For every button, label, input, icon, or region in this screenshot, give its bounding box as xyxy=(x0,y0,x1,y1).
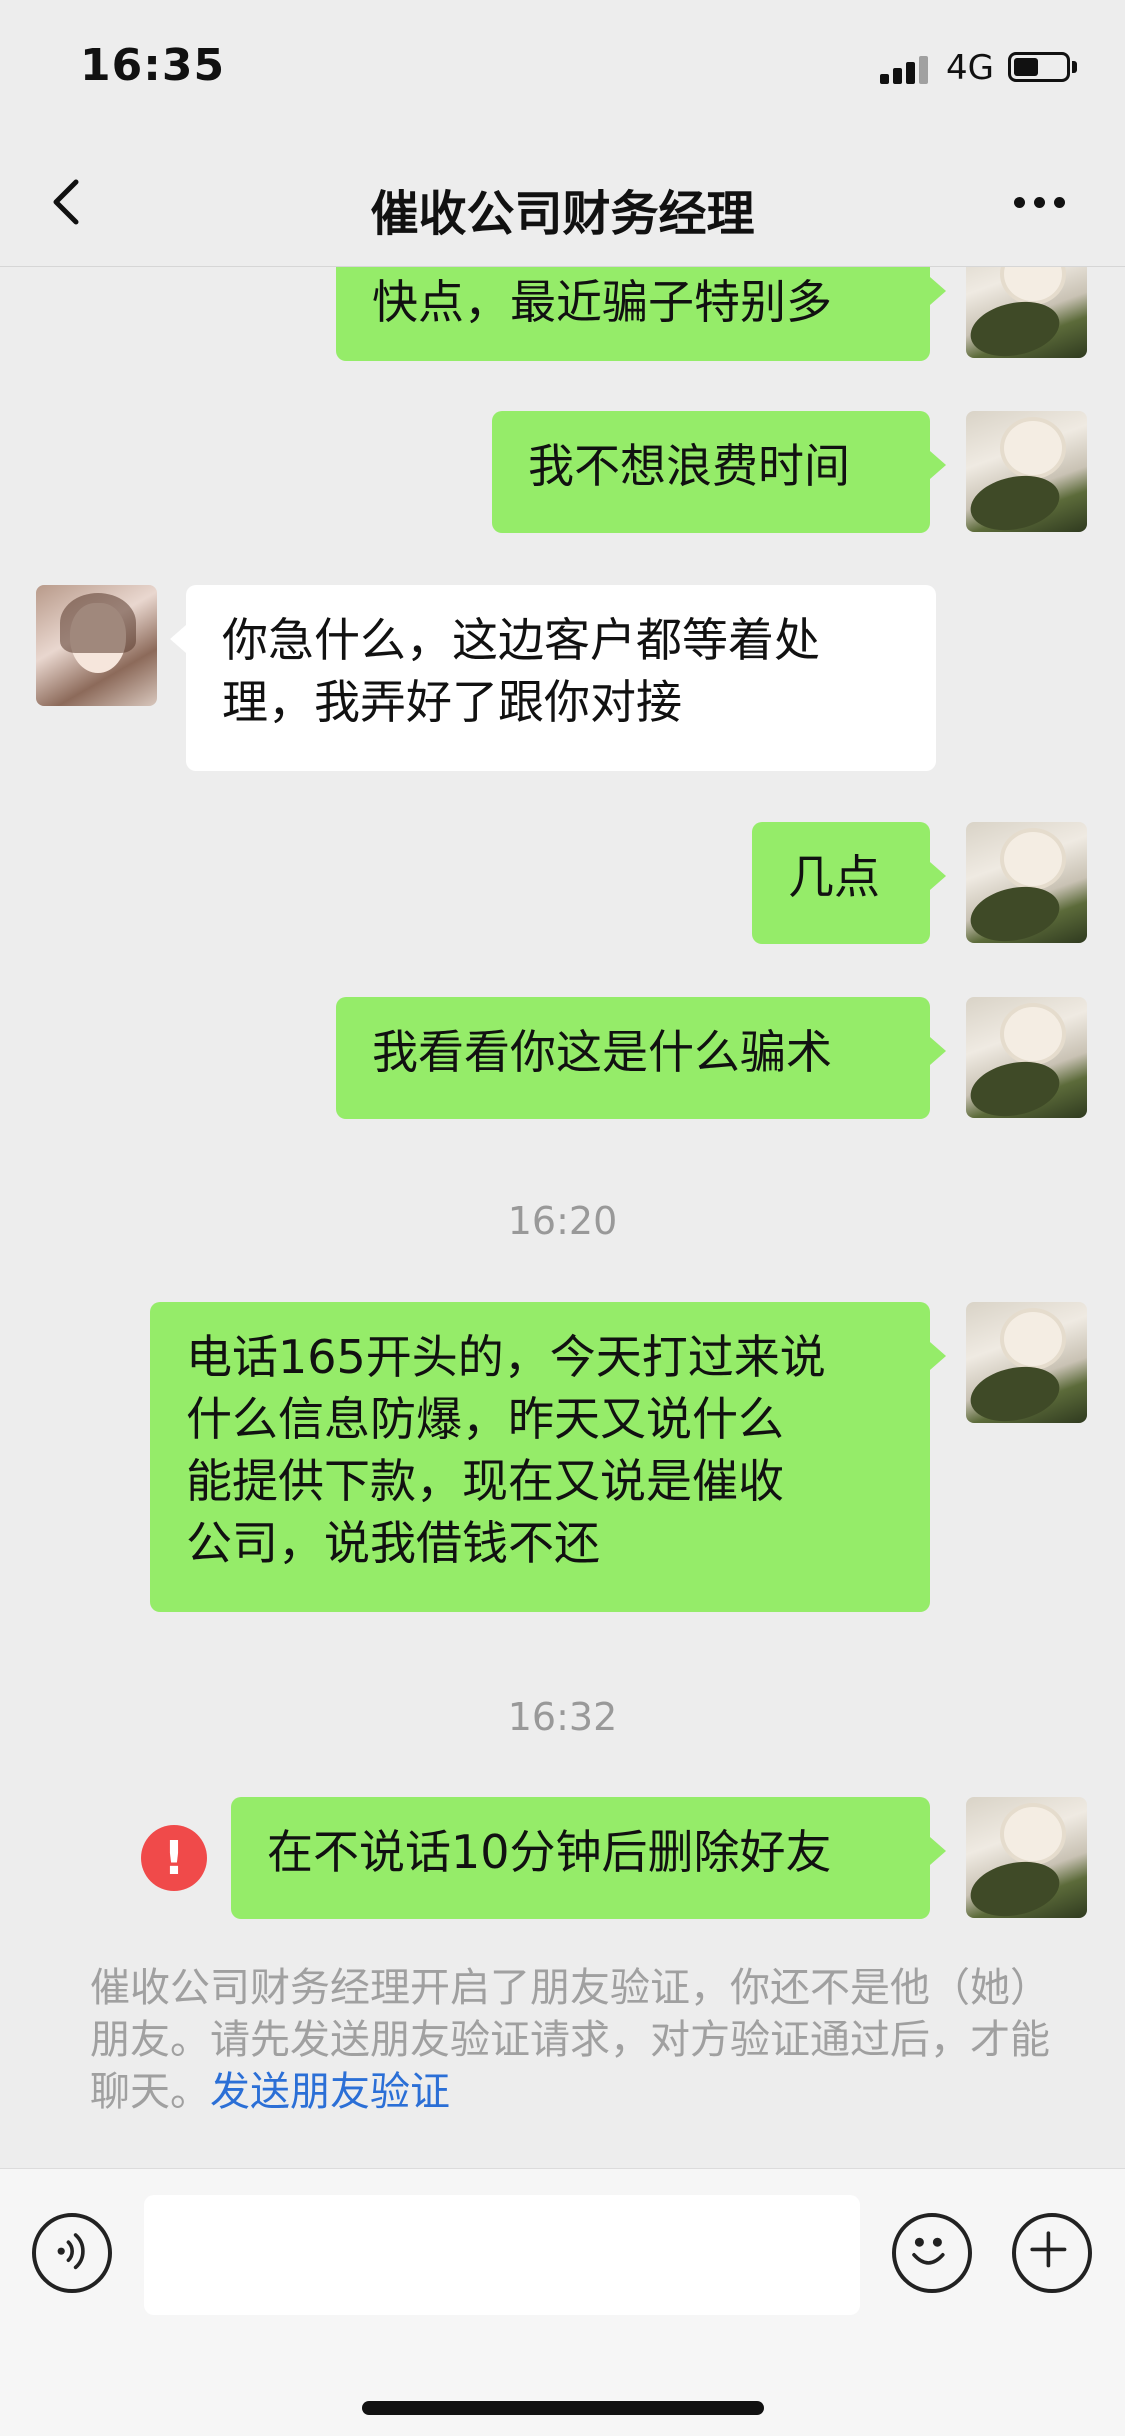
message-row: 几点 xyxy=(0,822,1125,946)
message-input[interactable] xyxy=(144,2195,860,2315)
message-list[interactable]: 快点，最近骗子特别多 我不想浪费时间 你急什么，这边客户都等着处 理，我弄好了跟… xyxy=(0,267,1125,2167)
contact-avatar[interactable] xyxy=(36,585,157,706)
nav-bar: 催收公司财务经理 xyxy=(0,138,1125,267)
send-failed-icon[interactable]: ! xyxy=(141,1825,207,1891)
my-avatar[interactable] xyxy=(966,1302,1087,1423)
message-row: 你急什么，这边客户都等着处 理，我弄好了跟你对接 xyxy=(0,585,1125,775)
voice-icon[interactable] xyxy=(32,2213,112,2293)
status-time: 16:35 xyxy=(80,40,226,91)
message-bubble[interactable]: 我看看你这是什么骗术 xyxy=(336,997,946,1119)
chat-title: 催收公司财务经理 xyxy=(370,186,755,242)
message-row: ! 在不说话10分钟后删除好友 xyxy=(0,1797,1125,1921)
my-avatar[interactable] xyxy=(966,267,1087,358)
message-bubble[interactable]: 在不说话10分钟后删除好友 xyxy=(231,1797,946,1919)
status-bar: 16:35 4G xyxy=(0,0,1125,138)
message-row: 我不想浪费时间 xyxy=(0,411,1125,535)
message-bubble[interactable]: 快点，最近骗子特别多 xyxy=(336,267,946,361)
emoji-icon[interactable] xyxy=(892,2213,972,2293)
system-note: 催收公司财务经理开启了朋友验证，你还不是他（她）朋友。请先发送朋友验证请求，对方… xyxy=(90,1962,1050,2118)
network-label: 4G xyxy=(946,48,994,88)
message-bubble[interactable]: 电话165开头的，今天打过来说 什么信息防爆，昨天又说什么 能提供下款，现在又说… xyxy=(150,1302,946,1612)
message-row: 快点，最近骗子特别多 xyxy=(0,267,1125,367)
my-avatar[interactable] xyxy=(966,1797,1087,1918)
chat-screen: 16:35 4G 催收公司财务经理 快点，最近骗子特别多 我不想浪费时间 你急什… xyxy=(0,0,1125,2436)
plus-icon[interactable] xyxy=(1012,2213,1092,2293)
my-avatar[interactable] xyxy=(966,997,1087,1118)
send-verification-link[interactable]: 发送朋友验证 xyxy=(210,2069,450,2115)
more-dots-icon[interactable] xyxy=(1010,186,1070,216)
message-row: 我看看你这是什么骗术 xyxy=(0,997,1125,1121)
timestamp: 16:20 xyxy=(507,1199,618,1243)
message-bubble[interactable]: 你急什么，这边客户都等着处 理，我弄好了跟你对接 xyxy=(170,585,936,771)
message-row: 电话165开头的，今天打过来说 什么信息防爆，昨天又说什么 能提供下款，现在又说… xyxy=(0,1302,1125,1614)
my-avatar[interactable] xyxy=(966,822,1087,943)
home-indicator[interactable] xyxy=(362,2401,764,2415)
signal-icon xyxy=(880,54,932,84)
timestamp: 16:32 xyxy=(507,1695,618,1739)
battery-icon xyxy=(1008,52,1070,82)
battery-tip xyxy=(1072,61,1077,73)
message-bubble[interactable]: 几点 xyxy=(752,822,946,944)
my-avatar[interactable] xyxy=(966,411,1087,532)
input-bar xyxy=(0,2168,1125,2436)
message-bubble[interactable]: 我不想浪费时间 xyxy=(492,411,946,533)
